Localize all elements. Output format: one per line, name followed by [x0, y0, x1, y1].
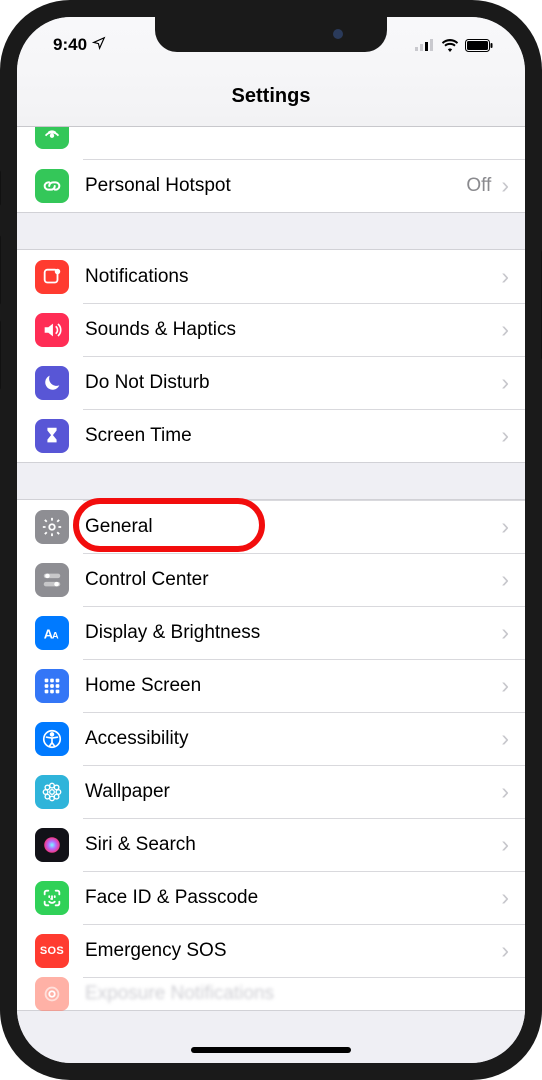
settings-row-exposure-notifications[interactable]: Exposure Notifications ›	[17, 977, 525, 1010]
chevron-right-icon: ›	[499, 316, 525, 343]
settings-row-general[interactable]: General ›	[17, 500, 525, 553]
chevron-right-icon: ›	[499, 422, 525, 449]
chevron-right-icon: ›	[499, 778, 525, 805]
row-label: Notifications	[85, 266, 499, 288]
cellular-icon	[35, 127, 69, 149]
settings-row-notifications[interactable]: Notifications ›	[17, 250, 525, 303]
settings-row-display[interactable]: AA Display & Brightness ›	[17, 606, 525, 659]
settings-row-cellular[interactable]: Cellular ›	[17, 127, 525, 159]
sos-icon: SOS	[35, 934, 69, 968]
row-label: General	[85, 516, 499, 538]
settings-row-accessibility[interactable]: Accessibility ›	[17, 712, 525, 765]
settings-row-personal-hotspot[interactable]: Personal Hotspot Off ›	[17, 159, 525, 212]
chevron-right-icon: ›	[499, 172, 525, 199]
gear-icon	[35, 510, 69, 544]
chevron-right-icon: ›	[499, 884, 525, 911]
status-time: 9:40	[53, 35, 87, 55]
svg-text:A: A	[52, 630, 59, 640]
row-label: Sounds & Haptics	[85, 319, 499, 341]
settings-row-faceid[interactable]: Face ID & Passcode ›	[17, 871, 525, 924]
settings-row-screen-time[interactable]: Screen Time ›	[17, 409, 525, 462]
settings-row-home-screen[interactable]: Home Screen ›	[17, 659, 525, 712]
wifi-icon	[441, 39, 459, 52]
chevron-right-icon: ›	[499, 672, 525, 699]
row-label: Accessibility	[85, 728, 499, 750]
chevron-right-icon: ›	[499, 725, 525, 752]
toggles-icon	[35, 563, 69, 597]
page-title: Settings	[232, 85, 311, 108]
speaker-icon	[35, 313, 69, 347]
settings-row-siri[interactable]: Siri & Search ›	[17, 818, 525, 871]
chevron-right-icon: ›	[499, 513, 525, 540]
home-indicator[interactable]	[191, 1047, 351, 1053]
accessibility-icon	[35, 722, 69, 756]
flower-icon	[35, 775, 69, 809]
chevron-right-icon: ›	[499, 369, 525, 396]
chevron-right-icon: ›	[499, 263, 525, 290]
chevron-right-icon: ›	[499, 619, 525, 646]
settings-row-emergency-sos[interactable]: SOS Emergency SOS ›	[17, 924, 525, 977]
settings-row-sounds[interactable]: Sounds & Haptics ›	[17, 303, 525, 356]
faceid-icon	[35, 881, 69, 915]
chevron-right-icon: ›	[499, 831, 525, 858]
settings-list[interactable]: Cellular › Personal Hotspot Off ›	[17, 127, 525, 1063]
row-label: Siri & Search	[85, 834, 499, 856]
text-size-icon: AA	[35, 616, 69, 650]
row-label: Screen Time	[85, 425, 499, 447]
settings-row-wallpaper[interactable]: Wallpaper ›	[17, 765, 525, 818]
notifications-icon	[35, 260, 69, 294]
row-label: Control Center	[85, 569, 499, 591]
row-value: Off	[466, 175, 491, 197]
settings-row-control-center[interactable]: Control Center ›	[17, 553, 525, 606]
link-icon	[35, 169, 69, 203]
settings-row-do-not-disturb[interactable]: Do Not Disturb ›	[17, 356, 525, 409]
sos-text: SOS	[40, 945, 64, 957]
exposure-icon	[35, 977, 69, 1011]
location-icon	[92, 35, 106, 55]
moon-icon	[35, 366, 69, 400]
row-label: Personal Hotspot	[85, 175, 466, 197]
hourglass-icon	[35, 419, 69, 453]
row-label: Home Screen	[85, 675, 499, 697]
home-grid-icon	[35, 669, 69, 703]
row-label: Do Not Disturb	[85, 372, 499, 394]
row-label: Face ID & Passcode	[85, 887, 499, 909]
row-label: Wallpaper	[85, 781, 499, 803]
nav-bar: Settings	[17, 67, 525, 127]
row-label: Display & Brightness	[85, 622, 499, 644]
row-label: Exposure Notifications	[85, 983, 499, 1005]
battery-icon	[465, 39, 493, 52]
chevron-right-icon: ›	[499, 937, 525, 964]
row-label: Emergency SOS	[85, 940, 499, 962]
chevron-right-icon: ›	[499, 566, 525, 593]
siri-icon	[35, 828, 69, 862]
cellular-signal-icon	[415, 39, 435, 51]
